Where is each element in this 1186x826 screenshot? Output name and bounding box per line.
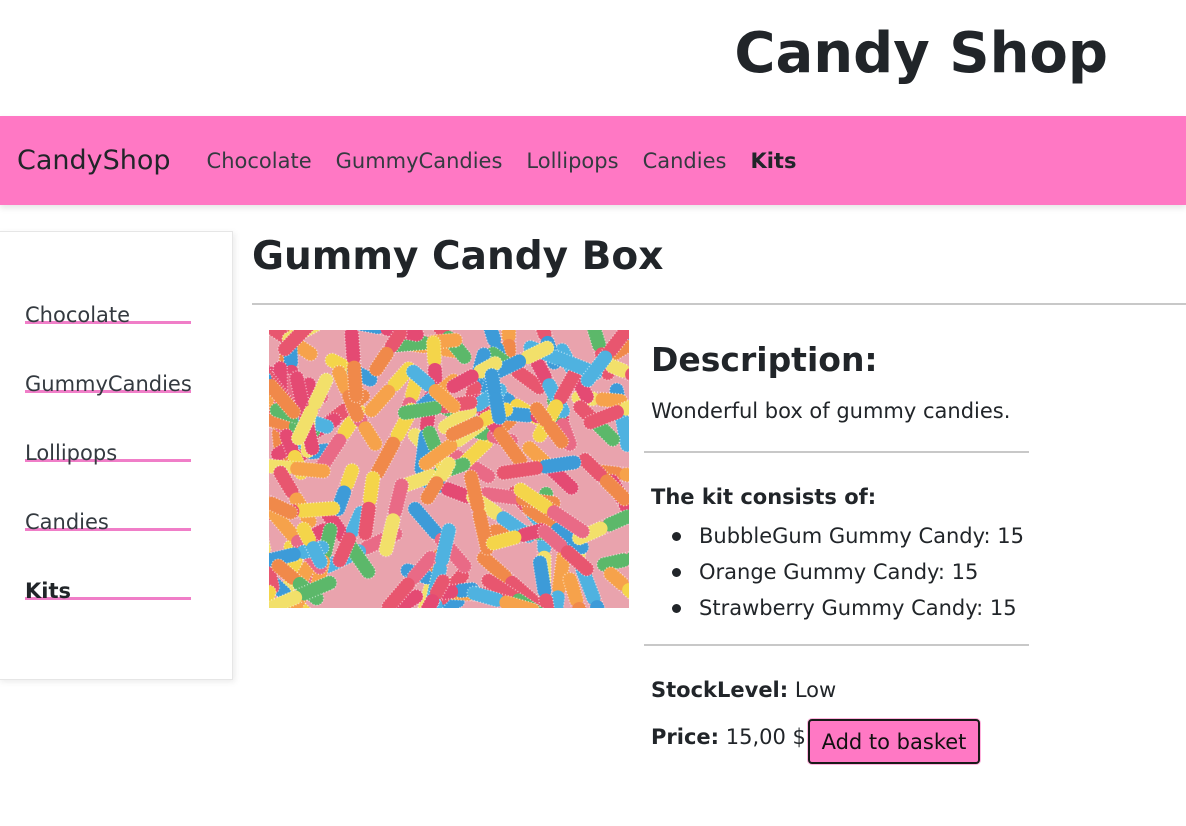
sidebar-item-chocolate[interactable]: Chocolate — [25, 255, 191, 327]
details-divider — [644, 451, 1029, 453]
description-text: Wonderful box of gummy candies. — [651, 399, 1011, 423]
stock-label: StockLevel: — [651, 678, 789, 702]
title-divider — [252, 303, 1186, 305]
product-image — [269, 330, 629, 608]
sidebar-item-candies[interactable]: Candies — [25, 462, 191, 534]
nav-item-lollipops[interactable]: Lollipops — [526, 149, 618, 173]
nav-item-kits[interactable]: Kits — [750, 149, 796, 173]
description-heading: Description: — [651, 340, 878, 379]
add-to-basket-button[interactable]: Add to basket — [808, 719, 980, 764]
sidebar-item-gummycandies[interactable]: GummyCandies — [25, 324, 192, 396]
price-label: Price: — [651, 725, 720, 749]
list-item: Orange Gummy Candy: 15 — [651, 554, 1024, 590]
top-navbar: CandyShop Chocolate GummyCandies Lollipo… — [0, 116, 1186, 205]
nav-item-candies[interactable]: Candies — [643, 149, 727, 173]
details-divider — [644, 644, 1029, 646]
price: Price: 15,00 $ — [651, 722, 806, 752]
gummy-worms-picture — [269, 330, 629, 608]
stock-value: Low — [794, 678, 837, 702]
kit-heading: The kit consists of: — [651, 485, 877, 509]
sidebar-item-kits[interactable]: Kits — [25, 531, 191, 603]
stock-level: StockLevel: Low — [651, 675, 836, 705]
kit-list: BubbleGum Gummy Candy: 15 Orange Gummy C… — [651, 518, 1024, 626]
site-header: Candy Shop — [0, 0, 1186, 116]
category-sidebar: Chocolate GummyCandies Lollipops Candies… — [0, 231, 233, 680]
navbar-brand[interactable]: CandyShop — [17, 145, 171, 176]
list-item: BubbleGum Gummy Candy: 15 — [651, 518, 1024, 554]
sidebar-item-label: Kits — [25, 579, 72, 603]
site-title: Candy Shop — [734, 21, 1108, 86]
sidebar-item-lollipops[interactable]: Lollipops — [25, 393, 191, 465]
nav-item-gummycandies[interactable]: GummyCandies — [336, 149, 503, 173]
price-value: 15,00 $ — [725, 725, 806, 749]
nav-item-chocolate[interactable]: Chocolate — [207, 149, 312, 173]
product-title: Gummy Candy Box — [252, 234, 664, 279]
list-item: Strawberry Gummy Candy: 15 — [651, 590, 1024, 626]
